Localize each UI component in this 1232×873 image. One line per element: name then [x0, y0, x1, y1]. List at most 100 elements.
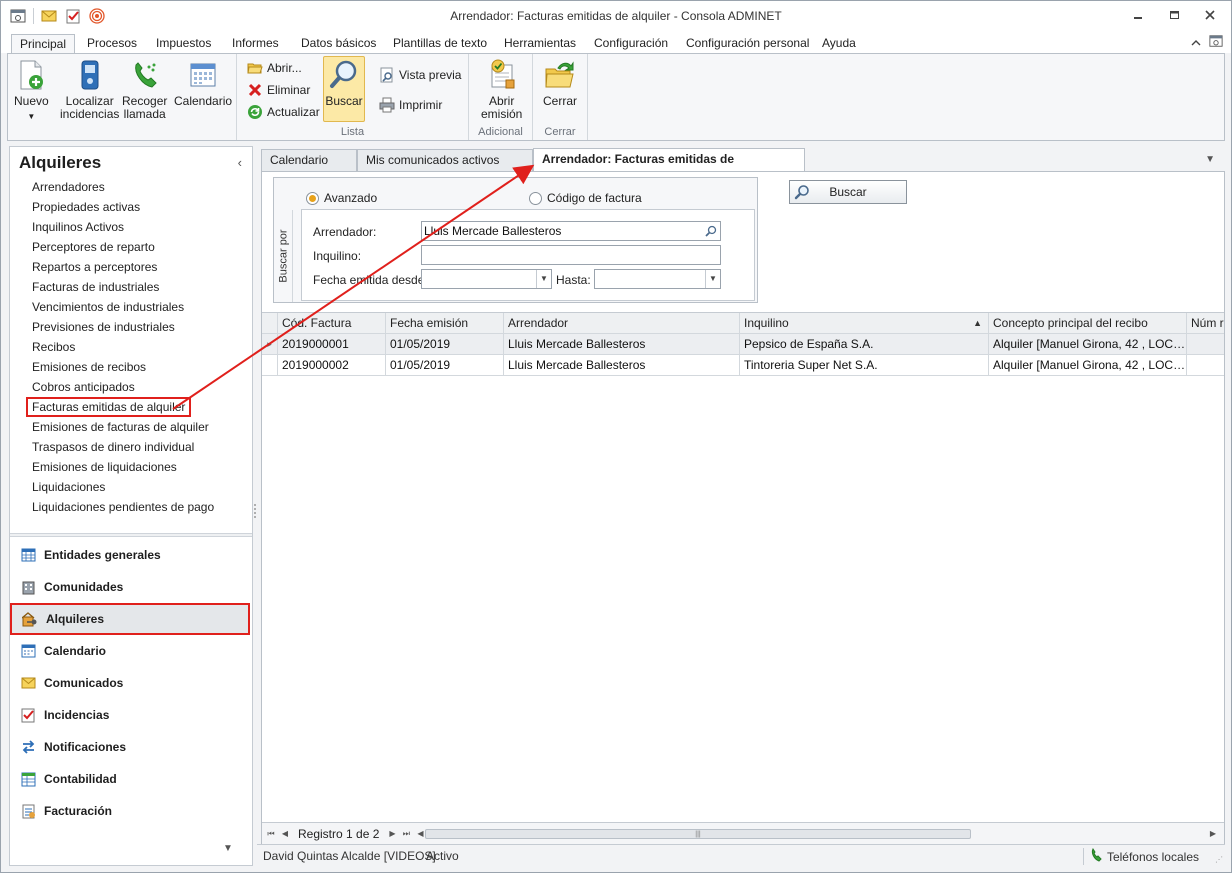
ribbon-group-cerrar: Cerrar Cerrar [533, 54, 588, 140]
module-entidades-generales[interactable]: Entidades generales [10, 539, 252, 571]
arrendador-field[interactable]: Lluis Mercade Ballesteros [421, 221, 721, 241]
collapse-panel-icon[interactable]: ‹ [238, 155, 242, 170]
recoger-llamada-button[interactable]: Recoger llamada [122, 58, 167, 121]
nav-more-icon[interactable]: ▼ [223, 843, 233, 854]
module-comunidades[interactable]: Comunidades [10, 571, 252, 603]
nav-item-emisiones-de-recibos[interactable]: Emisiones de recibos [32, 357, 214, 377]
calendar-icon [187, 58, 219, 92]
col-num-recibo[interactable]: Núm r [1187, 313, 1224, 334]
vista-previa-button[interactable]: Vista previa [379, 67, 461, 83]
scrollbar-thumb[interactable]: ||| [425, 829, 971, 839]
phone-locate-icon [74, 58, 106, 92]
nav-item-facturas-de-industriales[interactable]: Facturas de industriales [32, 277, 214, 297]
status-user: David Quintas Alcalde [VIDEOS] [263, 849, 436, 863]
new-document-icon [15, 58, 47, 92]
dropdown-arrow-icon[interactable]: ▼ [705, 270, 720, 288]
telefonos-locales[interactable]: Teléfonos locales [1082, 848, 1199, 865]
nav-item-perceptores-de-reparto[interactable]: Perceptores de reparto [32, 237, 214, 257]
nav-item-traspasos-de-dinero-individual[interactable]: Traspasos de dinero individual [32, 437, 214, 457]
tab-configuracion[interactable]: Configuración [586, 34, 676, 53]
maximize-button[interactable] [1163, 6, 1185, 24]
buscar-ribbon-button[interactable]: Buscar [323, 56, 365, 122]
ribbon-group-label: Lista [340, 126, 365, 138]
radio-codigo-factura[interactable]: Código de factura [529, 191, 642, 205]
abrir-emision-button[interactable]: Abrir emisión [481, 58, 522, 121]
tab-configuracion-personal[interactable]: Configuración personal [678, 34, 817, 53]
table-row[interactable]: ▸ 2019000001 01/05/2019 Lluis Mercade Ba… [262, 334, 1224, 355]
nav-item-emisiones-de-facturas-de-alquiler[interactable]: Emisiones de facturas de alquiler [32, 417, 214, 437]
nav-item-vencimientos-de-industriales[interactable]: Vencimientos de industriales [32, 297, 214, 317]
last-record-icon[interactable]: ⏭ [399, 829, 413, 839]
nav-item-inquilinos-activos[interactable]: Inquilinos Activos [32, 217, 214, 237]
tabs-dropdown-icon[interactable]: ▼ [1205, 154, 1215, 165]
nav-item-previsiones-de-industriales[interactable]: Previsiones de industriales [32, 317, 214, 337]
calendario-button[interactable]: Calendario [174, 58, 232, 108]
col-arrendador[interactable]: Arrendador [504, 313, 740, 334]
module-comunicados[interactable]: Comunicados [10, 667, 252, 699]
nav-item-recibos[interactable]: Recibos [32, 337, 214, 357]
cerrar-button[interactable]: Cerrar [543, 58, 577, 108]
first-record-icon[interactable]: ⏮ [264, 829, 278, 839]
buscar-button[interactable]: Buscar [789, 180, 907, 204]
nav-item-emisiones-de-liquidaciones[interactable]: Emisiones de liquidaciones [32, 457, 214, 477]
hasta-field[interactable]: ▼ [594, 269, 721, 289]
col-concepto[interactable]: Concepto principal del recibo [989, 313, 1187, 334]
close-window-button[interactable] [1199, 6, 1221, 24]
module-calendario[interactable]: Calendario [10, 635, 252, 667]
nuevo-button[interactable]: Nuevo ▼ [14, 58, 49, 123]
radio-avanzado[interactable]: Avanzado [306, 191, 377, 205]
tab-herramientas[interactable]: Herramientas [496, 34, 584, 53]
ribbon-group-label: Cerrar [544, 126, 576, 138]
nav-item-repartos-a-perceptores[interactable]: Repartos a perceptores [32, 257, 214, 277]
tab-principal[interactable]: Principal [11, 34, 76, 53]
collapse-ribbon-icon[interactable] [1191, 36, 1201, 50]
col-cod-factura[interactable]: Cód. Factura [278, 313, 386, 334]
localizar-incidencias-button[interactable]: Localizar incidencias [60, 58, 119, 121]
nav-item-liquidaciones[interactable]: Liquidaciones [32, 477, 214, 497]
document-tabs: Calendario Mis comunicados activos Arren… [261, 148, 1225, 186]
nav-item-arrendadores[interactable]: Arrendadores [32, 177, 214, 197]
nav-item-cobros-anticipados[interactable]: Cobros anticipados [32, 377, 214, 397]
scroll-right-icon[interactable]: ▶ [1206, 829, 1220, 838]
ribbon-group-adicional: Abrir emisión Adicional [469, 54, 533, 140]
module-notificaciones[interactable]: Notificaciones [10, 731, 252, 763]
panel-splitter[interactable] [10, 533, 252, 537]
prev-record-icon[interactable]: ◀ [278, 829, 292, 838]
nav-title: Alquileres [19, 153, 102, 172]
doc-tab-mis-comunicados[interactable]: Mis comunicados activos [357, 149, 533, 171]
actualizar-button[interactable]: Actualizar [247, 104, 320, 120]
tab-datos-basicos[interactable]: Datos básicos [293, 34, 384, 53]
next-record-icon[interactable]: ▶ [385, 829, 399, 838]
dropdown-arrow-icon[interactable]: ▼ [536, 270, 551, 288]
nav-item-facturas-emitidas-de-alquiler[interactable]: Facturas emitidas de alquiler [26, 397, 192, 417]
tab-procesos[interactable]: Procesos [79, 34, 145, 53]
table-row[interactable]: 2019000002 01/05/2019 Lluis Mercade Ball… [262, 355, 1224, 376]
app-settings-icon[interactable] [1209, 34, 1223, 51]
col-fecha-emision[interactable]: Fecha emisión [386, 313, 504, 334]
tab-ayuda[interactable]: Ayuda [814, 34, 864, 53]
module-alquileres[interactable]: Alquileres [10, 603, 250, 635]
module-facturacion[interactable]: Facturación [10, 795, 252, 827]
module-contabilidad[interactable]: Contabilidad [10, 763, 252, 795]
module-incidencias[interactable]: Incidencias [10, 699, 252, 731]
imprimir-button[interactable]: Imprimir [379, 97, 442, 113]
grid-navigator: ⏮ ◀ Registro 1 de 2 ▶ ⏭ ◀ ||| ▶ [262, 822, 1224, 844]
abrir-button[interactable]: Abrir... [247, 60, 302, 76]
nav-item-propiedades-activas[interactable]: Propiedades activas [32, 197, 214, 217]
tab-informes[interactable]: Informes [224, 34, 287, 53]
magnifier-icon [328, 58, 360, 92]
lookup-magnifier-icon[interactable] [702, 222, 720, 240]
invoice-icon [20, 803, 36, 819]
col-inquilino[interactable]: Inquilino ▲ [740, 313, 989, 334]
doc-tab-calendario[interactable]: Calendario [261, 149, 357, 171]
minimize-button[interactable] [1127, 6, 1149, 24]
tab-plantillas-de-texto[interactable]: Plantillas de texto [385, 34, 495, 53]
horizontal-scrollbar[interactable]: ||| [422, 828, 1208, 840]
nav-item-liquidaciones-pendientes-de-pago[interactable]: Liquidaciones pendientes de pago [32, 497, 214, 517]
resize-grip-icon[interactable]: ⋰ [1215, 855, 1223, 864]
doc-tab-facturas-emitidas[interactable]: Arrendador: Facturas emitidas de alquile… [533, 148, 805, 186]
eliminar-button[interactable]: Eliminar [247, 82, 310, 98]
inquilino-field[interactable] [421, 245, 721, 265]
fecha-desde-field[interactable]: ▼ [421, 269, 552, 289]
tab-impuestos[interactable]: Impuestos [148, 34, 219, 53]
